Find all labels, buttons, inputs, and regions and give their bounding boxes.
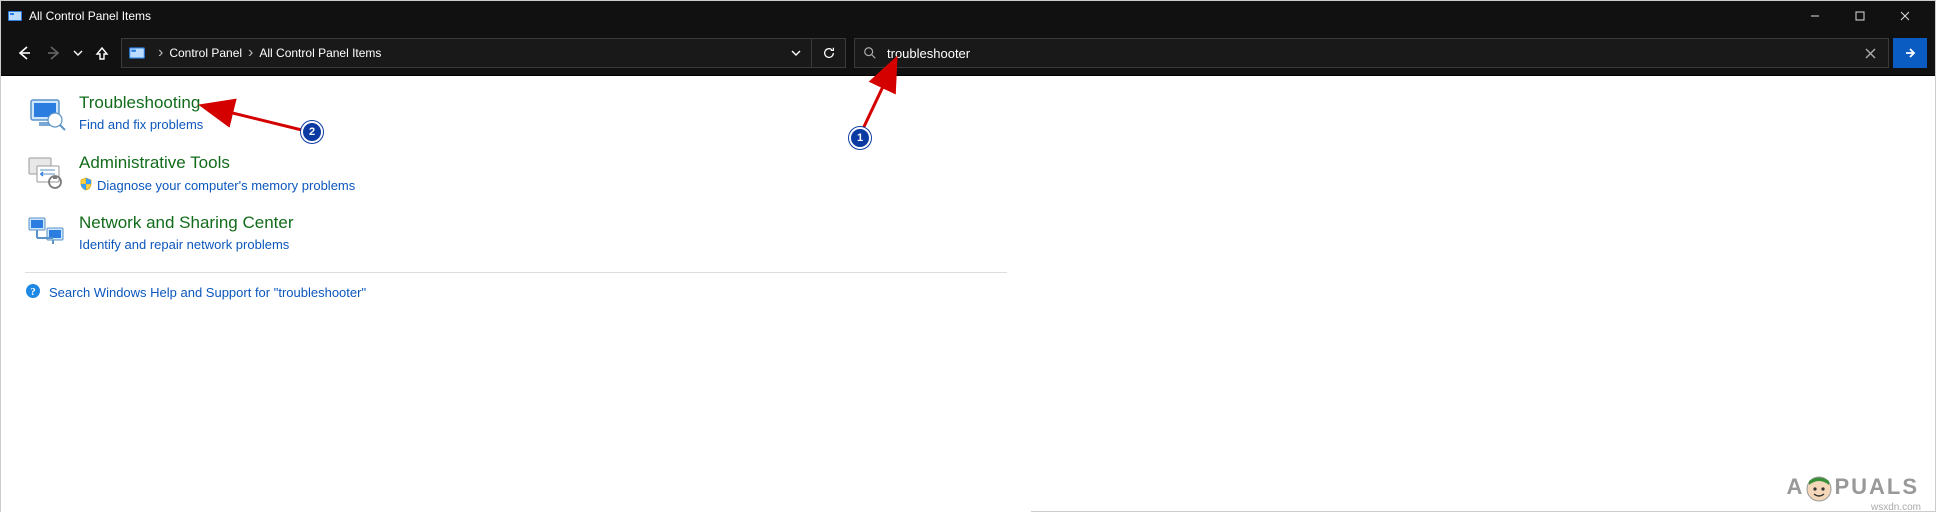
annotation-badge: 1	[849, 127, 871, 149]
category-subtask-label: Identify and repair network problems	[79, 237, 289, 252]
category-subtask-link[interactable]: Identify and repair network problems	[79, 237, 294, 252]
help-search-link[interactable]: ? Search Windows Help and Support for "t…	[25, 283, 1007, 302]
window-title: All Control Panel Items	[29, 9, 151, 23]
breadcrumb-item[interactable]: Control Panel	[169, 46, 242, 60]
category-subtask-link[interactable]: Find and fix problems	[79, 117, 203, 132]
shield-icon	[79, 177, 93, 194]
address-dropdown-button[interactable]	[785, 38, 807, 68]
svg-text:?: ?	[30, 286, 36, 298]
annotation-badge: 2	[301, 121, 323, 143]
window-titlebar: All Control Panel Items	[1, 1, 1935, 31]
category-item: Network and Sharing Center Identify and …	[25, 212, 1007, 254]
network-sharing-icon	[25, 212, 67, 254]
search-box[interactable]	[854, 38, 1889, 68]
minimize-button[interactable]	[1792, 1, 1837, 31]
back-button[interactable]	[9, 38, 39, 68]
clear-search-button[interactable]	[1856, 40, 1884, 66]
troubleshooting-icon	[25, 92, 67, 134]
source-text: wsxdn.com	[1871, 502, 1921, 513]
category-subtask-link[interactable]: Diagnose your computer's memory problems	[79, 177, 355, 194]
recent-locations-button[interactable]	[69, 38, 87, 68]
close-button[interactable]	[1882, 1, 1927, 31]
control-panel-icon	[126, 42, 148, 64]
category-title-link[interactable]: Troubleshooting	[79, 94, 203, 113]
help-icon: ?	[25, 283, 41, 302]
forward-button[interactable]	[39, 38, 69, 68]
maximize-button[interactable]	[1837, 1, 1882, 31]
watermark-logo-icon	[1805, 475, 1833, 503]
admin-tools-icon	[25, 152, 67, 194]
watermark-text: A	[1787, 474, 1805, 500]
category-item: Administrative Tools Diagnose your compu…	[25, 152, 1007, 194]
help-search-text: Search Windows Help and Support for "tro…	[49, 285, 366, 300]
up-button[interactable]	[87, 38, 117, 68]
control-panel-icon	[7, 8, 23, 24]
watermark-text: PUALS	[1834, 474, 1919, 500]
address-bar[interactable]: › Control Panel › All Control Panel Item…	[121, 38, 846, 68]
badge-number: 2	[309, 126, 315, 138]
refresh-button[interactable]	[811, 39, 845, 67]
chevron-right-icon[interactable]: ›	[152, 44, 169, 62]
content-area: Troubleshooting Find and fix problems Ad…	[1, 76, 1031, 513]
badge-number: 1	[857, 132, 863, 144]
category-title-link[interactable]: Network and Sharing Center	[79, 214, 294, 233]
chevron-right-icon[interactable]: ›	[242, 44, 259, 62]
category-subtask-label: Diagnose your computer's memory problems	[97, 178, 355, 193]
category-subtask-label: Find and fix problems	[79, 117, 203, 132]
watermark: A PUALS	[1787, 473, 1919, 501]
category-title-link[interactable]: Administrative Tools	[79, 154, 355, 173]
search-input[interactable]	[881, 46, 1856, 61]
search-icon	[859, 46, 881, 60]
search-go-button[interactable]	[1893, 38, 1927, 68]
toolbar: › Control Panel › All Control Panel Item…	[1, 31, 1935, 76]
divider	[25, 272, 1007, 273]
breadcrumb-item[interactable]: All Control Panel Items	[259, 46, 381, 60]
